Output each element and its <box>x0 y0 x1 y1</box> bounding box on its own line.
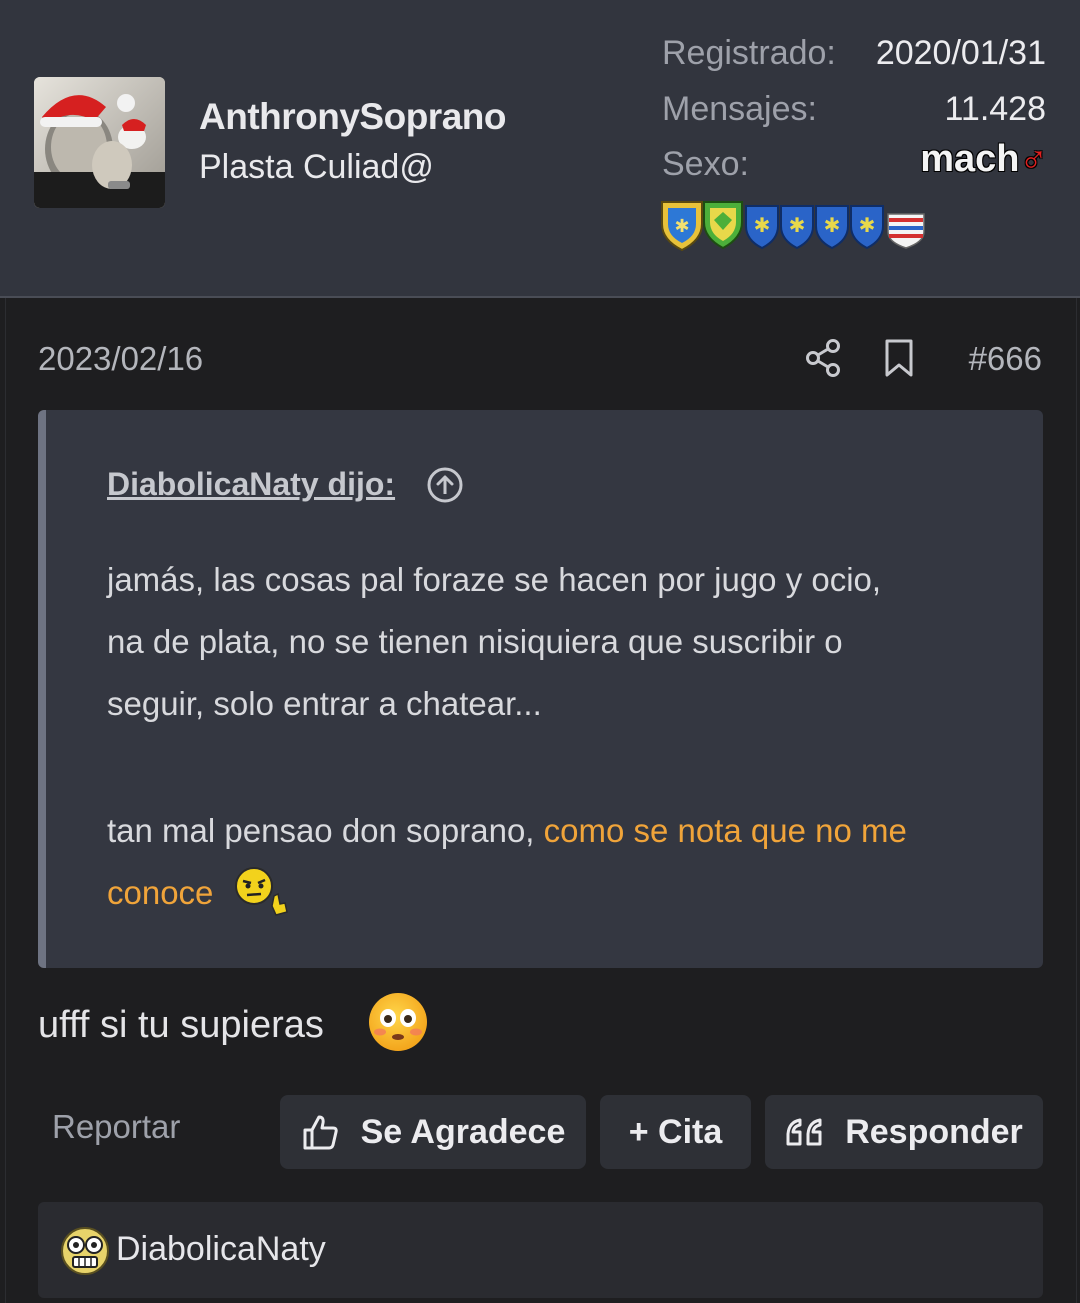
svg-text:✱: ✱ <box>859 213 876 237</box>
post-body-text: ufff si tu supieras <box>38 1004 324 1046</box>
quote-author-link[interactable]: DiabolicaNaty dijo: <box>107 466 395 503</box>
quote-button[interactable]: + Cita <box>600 1095 751 1169</box>
reply-button-label: Responder <box>845 1112 1023 1151</box>
user-title: Plasta Culiad@ <box>199 148 434 186</box>
messages-value: 11.428 <box>944 90 1046 128</box>
gender-badge: mach♂ <box>920 138 1048 186</box>
quote-plain-text: tan mal pensao don soprano, <box>107 812 544 849</box>
messages-label: Mensajes: <box>662 90 817 128</box>
like-button[interactable]: Se Agradece <box>280 1095 586 1169</box>
gold-shield-icon: ✱ <box>661 201 703 252</box>
blue-shield-icon: ✱ <box>745 205 779 250</box>
svg-text:✱: ✱ <box>674 216 689 237</box>
report-link[interactable]: Reportar <box>52 1108 180 1146</box>
username[interactable]: AnthronySoprano <box>199 96 506 138</box>
post-number[interactable]: #666 <box>969 340 1042 378</box>
arrow-up-circle-icon[interactable] <box>426 466 464 504</box>
blue-shield-icon: ✱ <box>850 205 884 250</box>
svg-text:✱: ✱ <box>754 213 771 237</box>
svg-text:✱: ✱ <box>789 213 806 237</box>
svg-text:✱: ✱ <box>824 213 841 237</box>
reply-button[interactable]: Responder <box>765 1095 1043 1169</box>
quote-text-line: jamás, las cosas pal foraze se hacen por… <box>107 561 882 598</box>
thumbs-up-icon <box>303 1115 338 1150</box>
quote-text-line: tan mal pensao don soprano, como se nota… <box>107 812 907 850</box>
quote-marks-icon <box>786 1118 822 1146</box>
share-icon[interactable] <box>804 338 842 378</box>
male-symbol-icon: ♂ <box>1019 138 1049 180</box>
post-date[interactable]: 2023/02/16 <box>38 340 203 378</box>
flushed-face-icon <box>369 993 427 1051</box>
quote-text-line: seguir, solo entrar a chatear... <box>107 685 542 722</box>
blue-shield-icon: ✱ <box>780 205 814 250</box>
suspicious-smiley-icon <box>235 867 288 916</box>
registered-label: Registrado: <box>662 34 836 72</box>
reaction-user-link[interactable]: DiabolicaNaty <box>116 1230 326 1269</box>
avatar[interactable] <box>34 77 165 208</box>
blue-shield-icon: ✱ <box>815 205 849 250</box>
quote-highlight-text: como se nota que no me <box>543 812 907 849</box>
trophy-row: ✱ ✱ ✱ ✱ ✱ <box>660 198 930 252</box>
registered-value: 2020/01/31 <box>875 34 1046 72</box>
gender-text: mach <box>920 138 1020 180</box>
bookmark-icon[interactable] <box>882 338 916 378</box>
like-button-label: Se Agradece <box>360 1112 566 1151</box>
quote-highlight-text: conoce <box>107 874 214 911</box>
shocked-face-icon <box>61 1227 109 1275</box>
gender-label: Sexo: <box>662 145 749 183</box>
striped-shield-icon <box>887 213 925 249</box>
quote-text-line: na de plata, no se tienen nisiquiera que… <box>107 623 843 660</box>
green-shield-icon <box>703 201 743 250</box>
quote-button-label: + Cita <box>628 1112 723 1151</box>
